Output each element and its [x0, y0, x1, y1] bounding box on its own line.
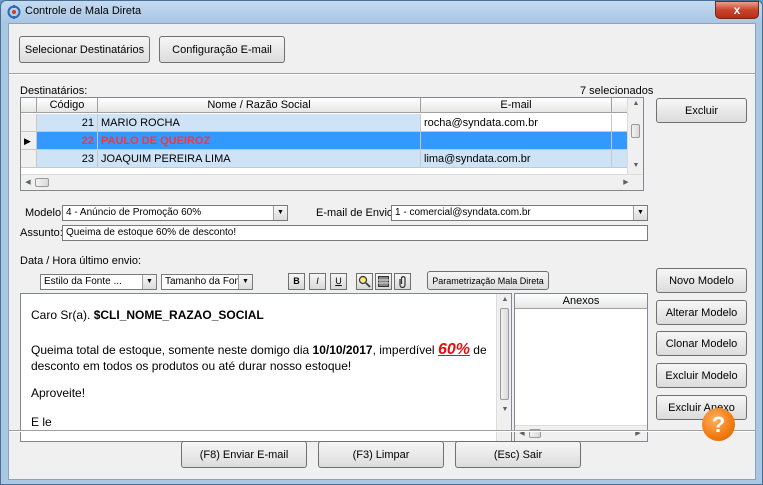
recipients-grid[interactable]: Código Nome / Razão Social E-mail 21 MAR…	[20, 97, 644, 191]
scroll-thumb[interactable]	[500, 308, 509, 400]
cell-code: 21	[37, 114, 98, 132]
edit-model-button[interactable]: Alterar Modelo	[656, 300, 747, 325]
client-area: Selecionar Destinatários Configuração E-…	[8, 23, 756, 480]
attach-icon[interactable]	[394, 273, 411, 290]
italic-button[interactable]: I	[309, 273, 326, 290]
cell-extra	[612, 132, 628, 150]
scroll-up-icon[interactable]: ▲	[497, 296, 511, 303]
editor-vertical-scrollbar[interactable]: ▲ ▼	[496, 294, 511, 441]
chevron-down-icon[interactable]: ▼	[633, 206, 647, 220]
app-icon	[7, 5, 21, 19]
send-email-select-value: 1 - comercial@syndata.com.br	[395, 207, 531, 218]
close-button[interactable]: x	[715, 1, 759, 19]
bold-button[interactable]: B	[288, 273, 305, 290]
message-greeting: Caro Sr(a). $CLI_NOME_RAZAO_SOCIAL	[31, 308, 264, 322]
row-indicator	[21, 150, 37, 168]
email-config-button[interactable]: Configuração E-mail	[159, 36, 285, 63]
app-window: Controle de Mala Direta x Selecionar Des…	[0, 0, 763, 485]
model-select-value: 4 - Anúncio de Promoção 60%	[66, 207, 202, 218]
discount-highlight: 60%	[437, 341, 470, 358]
cell-name: PAULO DE QUEIROZ	[98, 132, 421, 150]
delete-recipient-button[interactable]: Excluir	[656, 98, 747, 123]
column-header-email[interactable]: E-mail	[421, 98, 612, 113]
font-size-select[interactable]: Tamanho da Fonte... ▼	[161, 274, 253, 290]
recipients-label: Destinatários:	[20, 85, 88, 97]
delete-model-button[interactable]: Excluir Modelo	[656, 363, 747, 388]
send-email-label: E-mail de Envio:	[316, 207, 397, 219]
row-indicator-header	[21, 98, 37, 113]
scroll-down-icon[interactable]: ▼	[497, 406, 511, 413]
scroll-right-icon[interactable]: ▶	[621, 178, 631, 186]
column-header-code[interactable]: Código	[37, 98, 98, 113]
cell-email: rocha@syndata.com.br	[421, 114, 612, 132]
subject-input[interactable]: Queima de estoque 60% de desconto!	[62, 225, 648, 241]
row-indicator	[21, 114, 37, 132]
cell-name: MARIO ROCHA	[98, 114, 421, 132]
chevron-down-icon[interactable]: ▼	[142, 275, 156, 289]
message-line-3: Aproveite!	[31, 386, 86, 400]
scroll-up-icon[interactable]: ▲	[628, 100, 643, 107]
message-line-2: desconto em todos os produtos ou até dur…	[31, 359, 352, 373]
chevron-down-icon[interactable]: ▼	[273, 206, 287, 220]
cell-extra	[612, 150, 628, 168]
table-icon[interactable]	[375, 273, 392, 290]
table-row-selected[interactable]: ▶ 22 PAULO DE QUEIROZ	[21, 132, 628, 150]
close-icon: x	[733, 3, 741, 17]
table-row[interactable]: 23 JOAQUIM PEREIRA LIMA lima@syndata.com…	[21, 150, 628, 168]
cell-code: 22	[37, 132, 98, 150]
column-header-name[interactable]: Nome / Razão Social	[98, 98, 421, 113]
bottom-separator	[9, 430, 755, 432]
cell-name: JOAQUIM PEREIRA LIMA	[98, 150, 421, 168]
message-editor[interactable]: Caro Sr(a). $CLI_NOME_RAZAO_SOCIAL Queim…	[20, 293, 512, 442]
model-label: Modelo:	[25, 207, 65, 219]
cell-email: lima@syndata.com.br	[421, 150, 612, 168]
find-icon[interactable]	[356, 273, 373, 290]
message-line-4: E le	[31, 415, 52, 429]
last-send-label: Data / Hora último envio:	[20, 255, 142, 267]
scroll-left-icon[interactable]: ◀	[23, 178, 33, 186]
grid-horizontal-scrollbar[interactable]: ◀ ▶	[21, 174, 643, 190]
top-separator	[9, 73, 755, 75]
scroll-thumb[interactable]	[35, 178, 49, 187]
grid-vertical-scrollbar[interactable]: ▲ ▼	[627, 98, 643, 174]
new-model-button[interactable]: Novo Modelo	[656, 268, 747, 293]
subject-label: Assunto:	[20, 227, 63, 239]
attachments-header: Anexos	[515, 294, 647, 309]
scroll-thumb[interactable]	[631, 124, 640, 138]
model-select[interactable]: 4 - Anúncio de Promoção 60% ▼	[62, 205, 288, 221]
send-email-button[interactable]: (F8) Enviar E-mail	[181, 441, 307, 468]
attachments-horizontal-scrollbar[interactable]: ◀ ▶	[515, 425, 647, 441]
help-icon[interactable]: ?	[702, 408, 735, 441]
table-row[interactable]: 21 MARIO ROCHA rocha@syndata.com.br	[21, 114, 628, 132]
column-header-extra	[612, 98, 628, 113]
send-email-select[interactable]: 1 - comercial@syndata.com.br ▼	[391, 205, 648, 221]
font-style-select[interactable]: Estilo da Fonte ... ▼	[40, 274, 157, 290]
underline-button[interactable]: U	[330, 273, 347, 290]
cell-code: 23	[37, 150, 98, 168]
cell-extra	[612, 114, 628, 132]
clear-button[interactable]: (F3) Limpar	[318, 441, 444, 468]
delete-attachment-button[interactable]: Excluir Anexo	[656, 395, 747, 420]
selected-count: 7 selecionados	[580, 85, 654, 97]
message-variable: $CLI_NOME_RAZAO_SOCIAL	[93, 308, 264, 322]
chevron-down-icon[interactable]: ▼	[238, 275, 252, 289]
select-recipients-button[interactable]: Selecionar Destinatários	[19, 36, 150, 63]
window-title: Controle de Mala Direta	[25, 5, 142, 17]
font-style-select-value: Estilo da Fonte ...	[44, 276, 122, 287]
exit-button[interactable]: (Esc) Sair	[455, 441, 581, 468]
title-bar: Controle de Mala Direta x	[1, 1, 762, 23]
current-row-arrow-icon: ▶	[21, 132, 37, 150]
mail-merge-params-button[interactable]: Parametrização Mala Direta	[427, 271, 549, 290]
cell-email	[421, 132, 612, 150]
scroll-down-icon[interactable]: ▼	[628, 162, 643, 169]
clone-model-button[interactable]: Clonar Modelo	[656, 331, 747, 356]
attachments-list[interactable]: Anexos ◀ ▶	[514, 293, 648, 442]
message-line-1: Queima total de estoque, somente neste d…	[31, 341, 487, 358]
